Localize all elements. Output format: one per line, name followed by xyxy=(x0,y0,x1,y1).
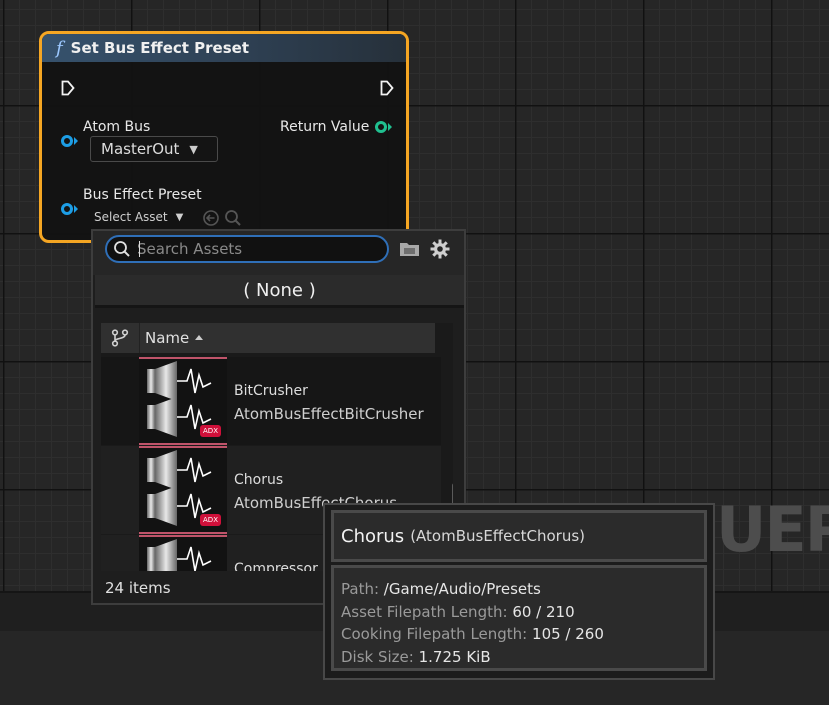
asset-name: Chorus xyxy=(234,472,284,488)
branch-icon xyxy=(111,329,129,347)
search-row xyxy=(93,231,464,275)
node-header[interactable]: f Set Bus Effect Preset xyxy=(42,34,406,62)
search-icon xyxy=(114,241,130,257)
atom-bus-label: Atom Bus xyxy=(83,119,151,135)
asset-name: Compressor xyxy=(234,561,318,571)
folder-icon[interactable] xyxy=(399,240,421,258)
atom-bus-dropdown[interactable]: MasterOut ▼ xyxy=(90,136,218,162)
function-icon: f xyxy=(56,37,63,59)
search-icon[interactable] xyxy=(224,209,242,227)
tooltip-disk-size-row: Disk Size: 1.725 KiB xyxy=(341,646,704,669)
tooltip-cooking-length-row: Cooking Filepath Length: 105 / 260 xyxy=(341,623,704,646)
select-asset-dropdown[interactable]: Select Asset ▼ xyxy=(94,210,183,224)
tooltip-header: Chorus (AtomBusEffectChorus) xyxy=(331,510,707,562)
select-asset-label: Select Asset xyxy=(94,210,168,224)
return-value-pin-arrow xyxy=(388,123,392,131)
return-value-label: Return Value xyxy=(280,119,370,135)
watermark-text: UEP xyxy=(716,493,829,566)
sort-ascending-icon xyxy=(195,335,204,340)
path-value: /Game/Audio/Presets xyxy=(383,580,541,598)
return-value-pin[interactable] xyxy=(375,121,387,133)
list-item[interactable]: ADX BitCrusher AtomBusEffectBitCrusher xyxy=(101,357,441,445)
exec-output-pin-icon[interactable] xyxy=(380,80,394,96)
tooltip-title: Chorus xyxy=(341,525,405,547)
browse-back-icon[interactable] xyxy=(202,209,220,227)
search-box[interactable] xyxy=(105,235,389,263)
search-input[interactable] xyxy=(137,239,377,259)
column-header: Name xyxy=(101,323,435,354)
asset-actions xyxy=(202,209,242,227)
bus-effect-preset-pin-arrow xyxy=(74,205,78,213)
tooltip-body: Path: /Game/Audio/Presets Asset Filepath… xyxy=(331,565,707,671)
asset-thumbnail: ADX xyxy=(139,357,227,445)
path-label: Path: xyxy=(341,580,380,598)
asset-class: AtomBusEffectBitCrusher xyxy=(234,405,424,423)
adx-badge: ADX xyxy=(200,514,221,526)
atom-bus-pin[interactable] xyxy=(61,135,73,147)
asset-length-value: 60 / 210 xyxy=(512,602,575,621)
asset-tooltip: Chorus (AtomBusEffectChorus) Path: /Game… xyxy=(323,503,715,680)
set-bus-effect-preset-node[interactable]: f Set Bus Effect Preset Atom Bus MasterO… xyxy=(39,31,409,243)
items-count: 24 items xyxy=(105,579,171,597)
disk-size-label: Disk Size: xyxy=(341,647,414,666)
tooltip-asset-length-row: Asset Filepath Length: 60 / 210 xyxy=(341,601,704,624)
cooking-length-value: 105 / 260 xyxy=(532,625,604,643)
asset-name: BitCrusher xyxy=(234,383,308,399)
speaker-waveform-icon xyxy=(147,539,212,571)
gear-icon[interactable] xyxy=(430,239,450,259)
bus-effect-preset-pin[interactable] xyxy=(61,203,73,215)
chevron-down-icon: ▼ xyxy=(189,142,198,156)
asset-thumbnail xyxy=(139,535,227,571)
tooltip-class: (AtomBusEffectChorus) xyxy=(410,527,585,545)
exec-input-pin-icon[interactable] xyxy=(61,80,75,96)
none-option[interactable]: ( None ) xyxy=(95,275,464,308)
asset-thumbnail: ADX xyxy=(139,446,227,534)
chevron-down-icon: ▼ xyxy=(175,211,184,223)
tooltip-path-row: Path: /Game/Audio/Presets xyxy=(341,578,704,601)
cooking-length-label: Cooking Filepath Length: xyxy=(341,625,528,643)
column-name-label: Name xyxy=(145,329,190,347)
branch-column[interactable] xyxy=(101,323,140,353)
column-name-header[interactable]: Name xyxy=(145,329,204,347)
bus-effect-preset-label: Bus Effect Preset xyxy=(83,187,202,203)
node-title: Set Bus Effect Preset xyxy=(70,39,249,57)
atom-bus-value: MasterOut xyxy=(101,140,180,158)
disk-size-value: 1.725 KiB xyxy=(418,647,491,666)
atom-bus-pin-arrow xyxy=(74,137,78,145)
text-caret xyxy=(139,241,140,257)
asset-length-label: Asset Filepath Length: xyxy=(341,602,508,621)
adx-badge: ADX xyxy=(200,425,221,437)
